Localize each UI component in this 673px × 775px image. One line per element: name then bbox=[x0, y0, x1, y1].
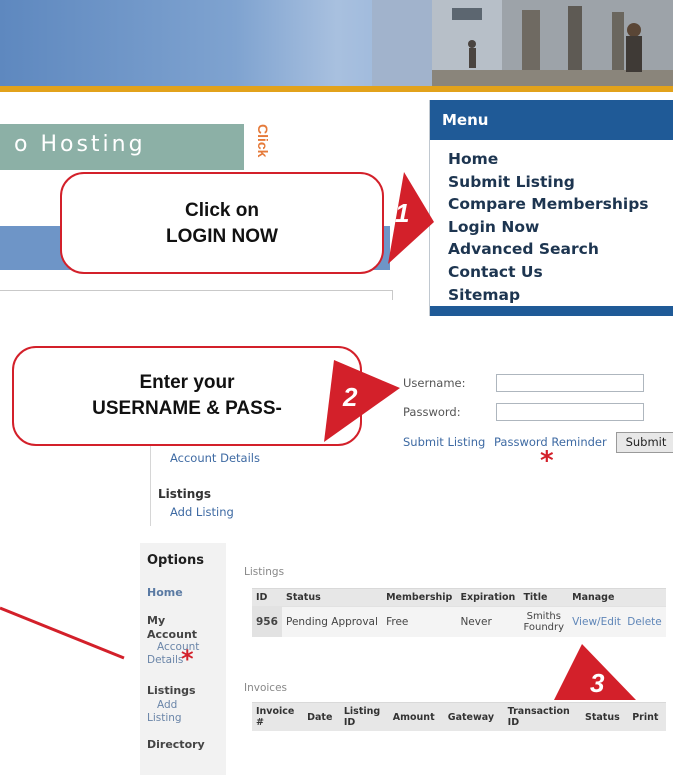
listings-heading: Listings bbox=[158, 487, 212, 501]
menu-item-login-now[interactable]: Login Now bbox=[448, 216, 649, 239]
street-photo-illustration bbox=[372, 0, 673, 86]
options-account-details-line2[interactable]: Details bbox=[147, 654, 183, 667]
listing-manage-cell: View/Edit Delete bbox=[568, 606, 666, 637]
my-account-group: My Account bbox=[147, 614, 197, 642]
callout-step-2-line1: Enter your bbox=[139, 372, 235, 393]
menu-title: Menu bbox=[430, 100, 673, 140]
table-header-row: ID Status Membership Expiration Title Ma… bbox=[252, 588, 666, 607]
my-account-label-line1: My bbox=[147, 614, 166, 627]
step-2-arrow bbox=[324, 360, 400, 442]
listing-membership: Free bbox=[382, 606, 457, 637]
column-header-print: Print bbox=[628, 702, 666, 731]
column-header: ID bbox=[252, 588, 282, 607]
options-add-line2[interactable]: Listing bbox=[147, 712, 182, 725]
menu-item-sitemap[interactable]: Sitemap bbox=[448, 284, 649, 307]
listings-section-title: Listings bbox=[244, 566, 285, 578]
listing-id: 956 bbox=[252, 606, 282, 637]
username-input[interactable] bbox=[496, 374, 644, 392]
menu-item-submit-listing[interactable]: Submit Listing bbox=[448, 171, 649, 194]
menu-item-contact-us[interactable]: Contact Us bbox=[448, 261, 649, 284]
options-listings-label: Listings bbox=[147, 684, 196, 697]
step-1-badge: 1 bbox=[395, 198, 410, 228]
column-header-line: Invoice bbox=[256, 706, 295, 717]
callout-step-1-line2: LOGIN NOW bbox=[166, 226, 278, 247]
listing-status: Pending Approval bbox=[281, 606, 383, 637]
step-3-badge: 3 bbox=[590, 668, 605, 698]
account-details-link[interactable]: Account Details bbox=[170, 451, 260, 465]
callout-step-2: Enter your USERNAME & PASS- bbox=[12, 346, 362, 446]
password-input[interactable] bbox=[496, 403, 644, 421]
menu-list: Home Submit Listing Compare Memberships … bbox=[448, 148, 649, 306]
callout-step-1-line1: Click on bbox=[185, 200, 259, 221]
pointer-line bbox=[0, 606, 125, 660]
column-header-line: # bbox=[256, 717, 264, 728]
column-header: Title bbox=[519, 588, 569, 607]
listing-expiration: Never bbox=[456, 606, 520, 637]
callout-step-2-line2: USERNAME & PASS- bbox=[92, 398, 282, 419]
callout-step-1: Click on LOGIN NOW bbox=[60, 172, 384, 274]
column-header-line: Transaction bbox=[507, 706, 570, 717]
options-title: Options bbox=[147, 553, 204, 568]
listing-title-link[interactable]: Smiths Foundry bbox=[519, 606, 569, 637]
banner-accent-line bbox=[0, 86, 673, 92]
column-header-line: Listing bbox=[343, 706, 381, 717]
divider bbox=[392, 290, 393, 300]
options-add-line1[interactable]: Add bbox=[157, 699, 177, 712]
listings-table: ID Status Membership Expiration Title Ma… bbox=[252, 588, 666, 637]
column-header-amount: Amount bbox=[388, 702, 444, 731]
column-header-gateway: Gateway bbox=[443, 702, 504, 731]
username-label: Username: bbox=[403, 376, 466, 390]
delete-link[interactable]: Delete bbox=[627, 616, 662, 628]
options-directory-label: Directory bbox=[147, 738, 205, 751]
column-header-transaction-id: Transaction ID bbox=[503, 702, 582, 731]
menu-item-advanced-search[interactable]: Advanced Search bbox=[448, 238, 649, 261]
header-photo bbox=[372, 0, 673, 86]
asterisk-marker: * bbox=[540, 446, 554, 476]
password-label: Password: bbox=[403, 405, 461, 419]
options-home-link[interactable]: Home bbox=[147, 586, 183, 599]
menu-item-home[interactable]: Home bbox=[448, 148, 649, 171]
divider bbox=[0, 290, 393, 291]
account-asterisk-marker: * bbox=[181, 645, 194, 673]
column-header-listing-id: Listing ID bbox=[339, 702, 389, 731]
column-header: Status bbox=[281, 588, 383, 607]
main-menu: Menu Home Submit Listing Compare Members… bbox=[429, 100, 673, 316]
step-2-badge: 2 bbox=[343, 382, 358, 412]
add-listing-link[interactable]: Add Listing bbox=[170, 505, 234, 519]
column-header: Expiration bbox=[456, 588, 520, 607]
table-header-row: Invoice # Date Listing ID Amount Gateway… bbox=[252, 702, 666, 731]
column-header-line: ID bbox=[343, 717, 356, 728]
view-edit-link[interactable]: View/Edit bbox=[572, 616, 621, 628]
table-row: 956 Pending Approval Free Never Smiths F… bbox=[252, 606, 666, 637]
column-header-date: Date bbox=[303, 702, 340, 731]
submit-button[interactable]: Submit bbox=[616, 432, 673, 453]
column-header-status: Status bbox=[581, 702, 629, 731]
column-header-line: ID bbox=[507, 717, 520, 728]
column-header: Manage bbox=[568, 588, 666, 607]
column-header-invoice: Invoice # bbox=[252, 702, 304, 731]
column-header: Membership bbox=[382, 588, 457, 607]
invoices-table: Invoice # Date Listing ID Amount Gateway… bbox=[252, 702, 666, 731]
listing-title-line1[interactable]: Smiths bbox=[523, 611, 564, 622]
my-account-label-line2: Account bbox=[147, 628, 198, 641]
hosting-banner-text: o Hosting bbox=[14, 132, 146, 157]
invoices-section-title: Invoices bbox=[244, 682, 288, 694]
submit-listing-link[interactable]: Submit Listing bbox=[403, 435, 485, 449]
click-vertical-text[interactable]: Click bbox=[251, 124, 271, 172]
menu-item-compare-memberships[interactable]: Compare Memberships bbox=[448, 193, 649, 216]
menu-footer-bar bbox=[430, 306, 673, 316]
listing-title-line2[interactable]: Foundry bbox=[523, 622, 564, 633]
